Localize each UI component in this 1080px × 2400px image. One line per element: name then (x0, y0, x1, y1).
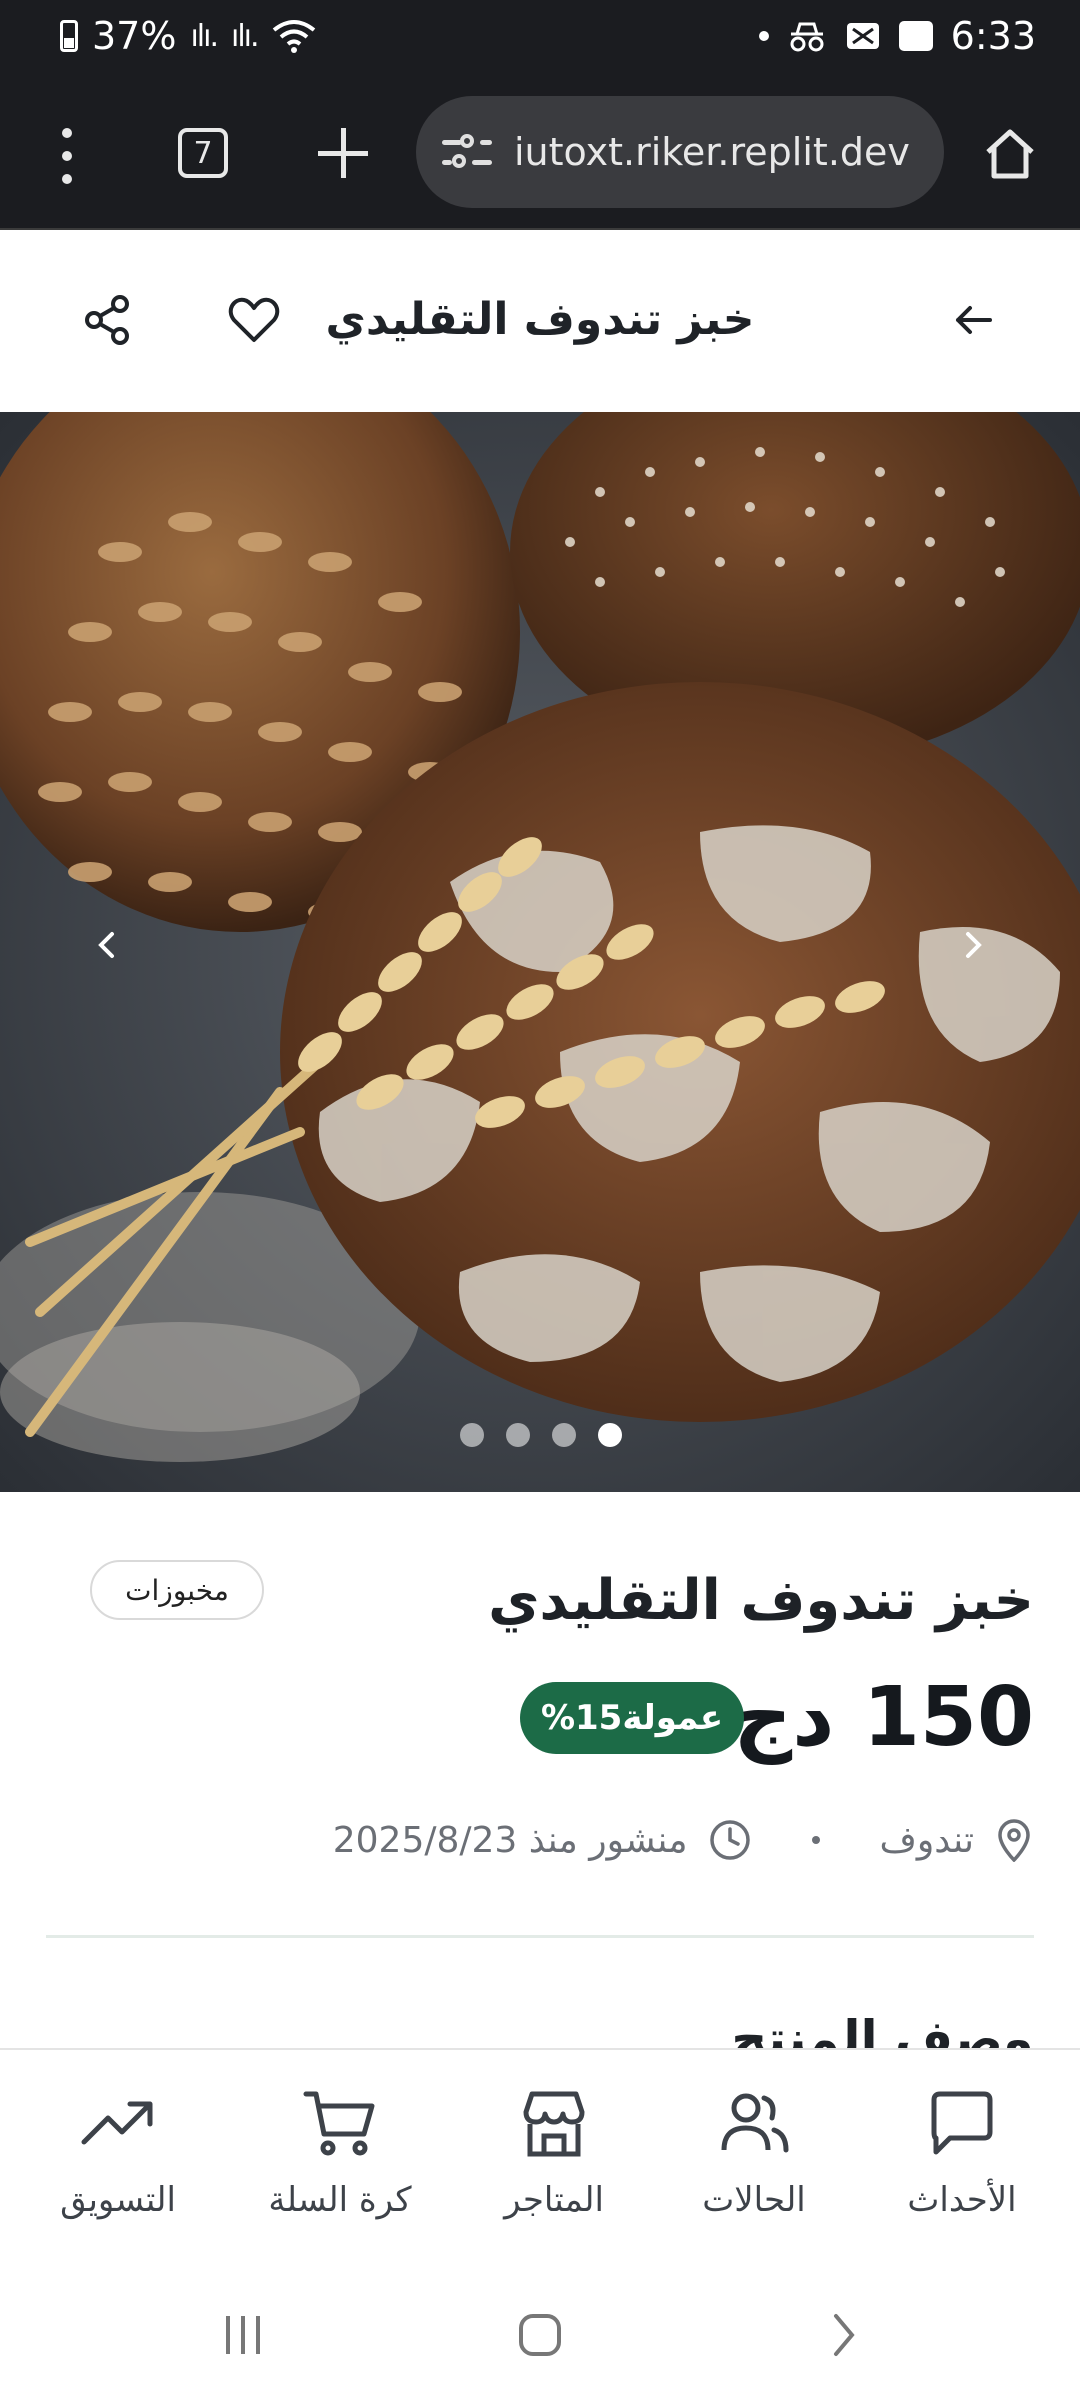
nav-item-marketing[interactable]: التسويق (18, 2086, 218, 2220)
carousel-indicators (460, 1423, 622, 1447)
location-pin-icon (998, 1819, 1030, 1862)
carousel-next-icon[interactable] (948, 920, 998, 970)
status-bar: 37% ılı. ılı. 6:33 (0, 0, 1080, 80)
users-icon (721, 2093, 789, 2153)
cart-icon (303, 2091, 375, 2156)
bottom-navigation: الأحداث الحالات المتاجر كرة السلة التسوي… (0, 2048, 1080, 2270)
back-button-icon[interactable] (818, 2310, 868, 2360)
browser-menu-icon[interactable] (52, 128, 82, 184)
tab-switcher-button[interactable]: 7 (178, 128, 228, 178)
nav-item-events[interactable]: الأحداث (862, 2086, 1062, 2220)
incognito-icon (790, 22, 824, 52)
status-left: 37% ılı. ılı. (60, 14, 316, 58)
clock-icon (709, 1820, 750, 1860)
nav-item-cart[interactable]: كرة السلة (240, 2086, 440, 2220)
nav-item-statuses[interactable]: الحالات (654, 2086, 854, 2220)
gallery-icon (898, 21, 933, 51)
product-meta: تندوف منشور منذ 2025/8/23 (333, 1810, 1034, 1870)
product-price: 150 دج (733, 1670, 1034, 1765)
home-button-icon[interactable] (515, 2310, 565, 2360)
store-icon (523, 2091, 585, 2157)
back-arrow-icon[interactable] (946, 292, 1002, 348)
location-text: تندوف (879, 1819, 974, 1861)
browser-toolbar: 7 iutoxt.riker.replit.dev (0, 80, 1080, 230)
nav-item-stores[interactable]: المتاجر (454, 2086, 654, 2220)
carousel-dot[interactable] (460, 1423, 484, 1447)
carousel-prev-icon[interactable] (82, 920, 132, 970)
app-header: خبز تندوف التقليدي (0, 232, 1080, 412)
recent-apps-icon[interactable] (218, 2310, 268, 2360)
clock-time: 6:33 (950, 14, 1036, 58)
url-text[interactable]: iutoxt.riker.replit.dev (514, 130, 910, 174)
signal-icon-2: ılı. (231, 18, 260, 54)
nav-label: التسويق (60, 2180, 176, 2220)
nav-label: كرة السلة (268, 2180, 412, 2220)
carousel-dot[interactable] (552, 1423, 576, 1447)
new-tab-icon[interactable] (316, 126, 370, 180)
nav-label: المتاجر (504, 2180, 604, 2220)
notification-dot-icon (758, 31, 769, 41)
home-icon[interactable] (982, 126, 1038, 182)
battery-icon (60, 20, 78, 52)
product-title: خبز تندوف التقليدي (488, 1568, 1034, 1633)
chat-bubble-icon (931, 2091, 993, 2155)
nav-label: الأحداث (907, 2180, 1017, 2220)
battery-percent: 37% (92, 14, 177, 58)
meta-separator (811, 1836, 820, 1844)
mail-x-icon (846, 23, 879, 49)
section-divider (46, 1935, 1034, 1938)
status-right: 6:33 (758, 14, 1036, 58)
product-image-carousel[interactable] (0, 412, 1080, 1492)
carousel-dot-active[interactable] (598, 1423, 622, 1447)
carousel-dot[interactable] (506, 1423, 530, 1447)
trending-up-icon (81, 2101, 153, 2145)
system-navigation-bar (0, 2270, 1080, 2400)
commission-badge: عمولة15% (520, 1682, 744, 1754)
signal-icon: ılı. (190, 18, 219, 54)
address-bar[interactable]: iutoxt.riker.replit.dev (416, 96, 944, 208)
page-title: خبز تندوف التقليدي (325, 294, 755, 345)
site-settings-icon[interactable] (442, 132, 492, 172)
nav-label: الحالات (702, 2180, 806, 2220)
category-chip[interactable]: مخبوزات (90, 1560, 264, 1620)
product-photo (0, 412, 1080, 1492)
wifi-icon (272, 20, 315, 53)
published-date: منشور منذ 2025/8/23 (332, 1819, 688, 1861)
